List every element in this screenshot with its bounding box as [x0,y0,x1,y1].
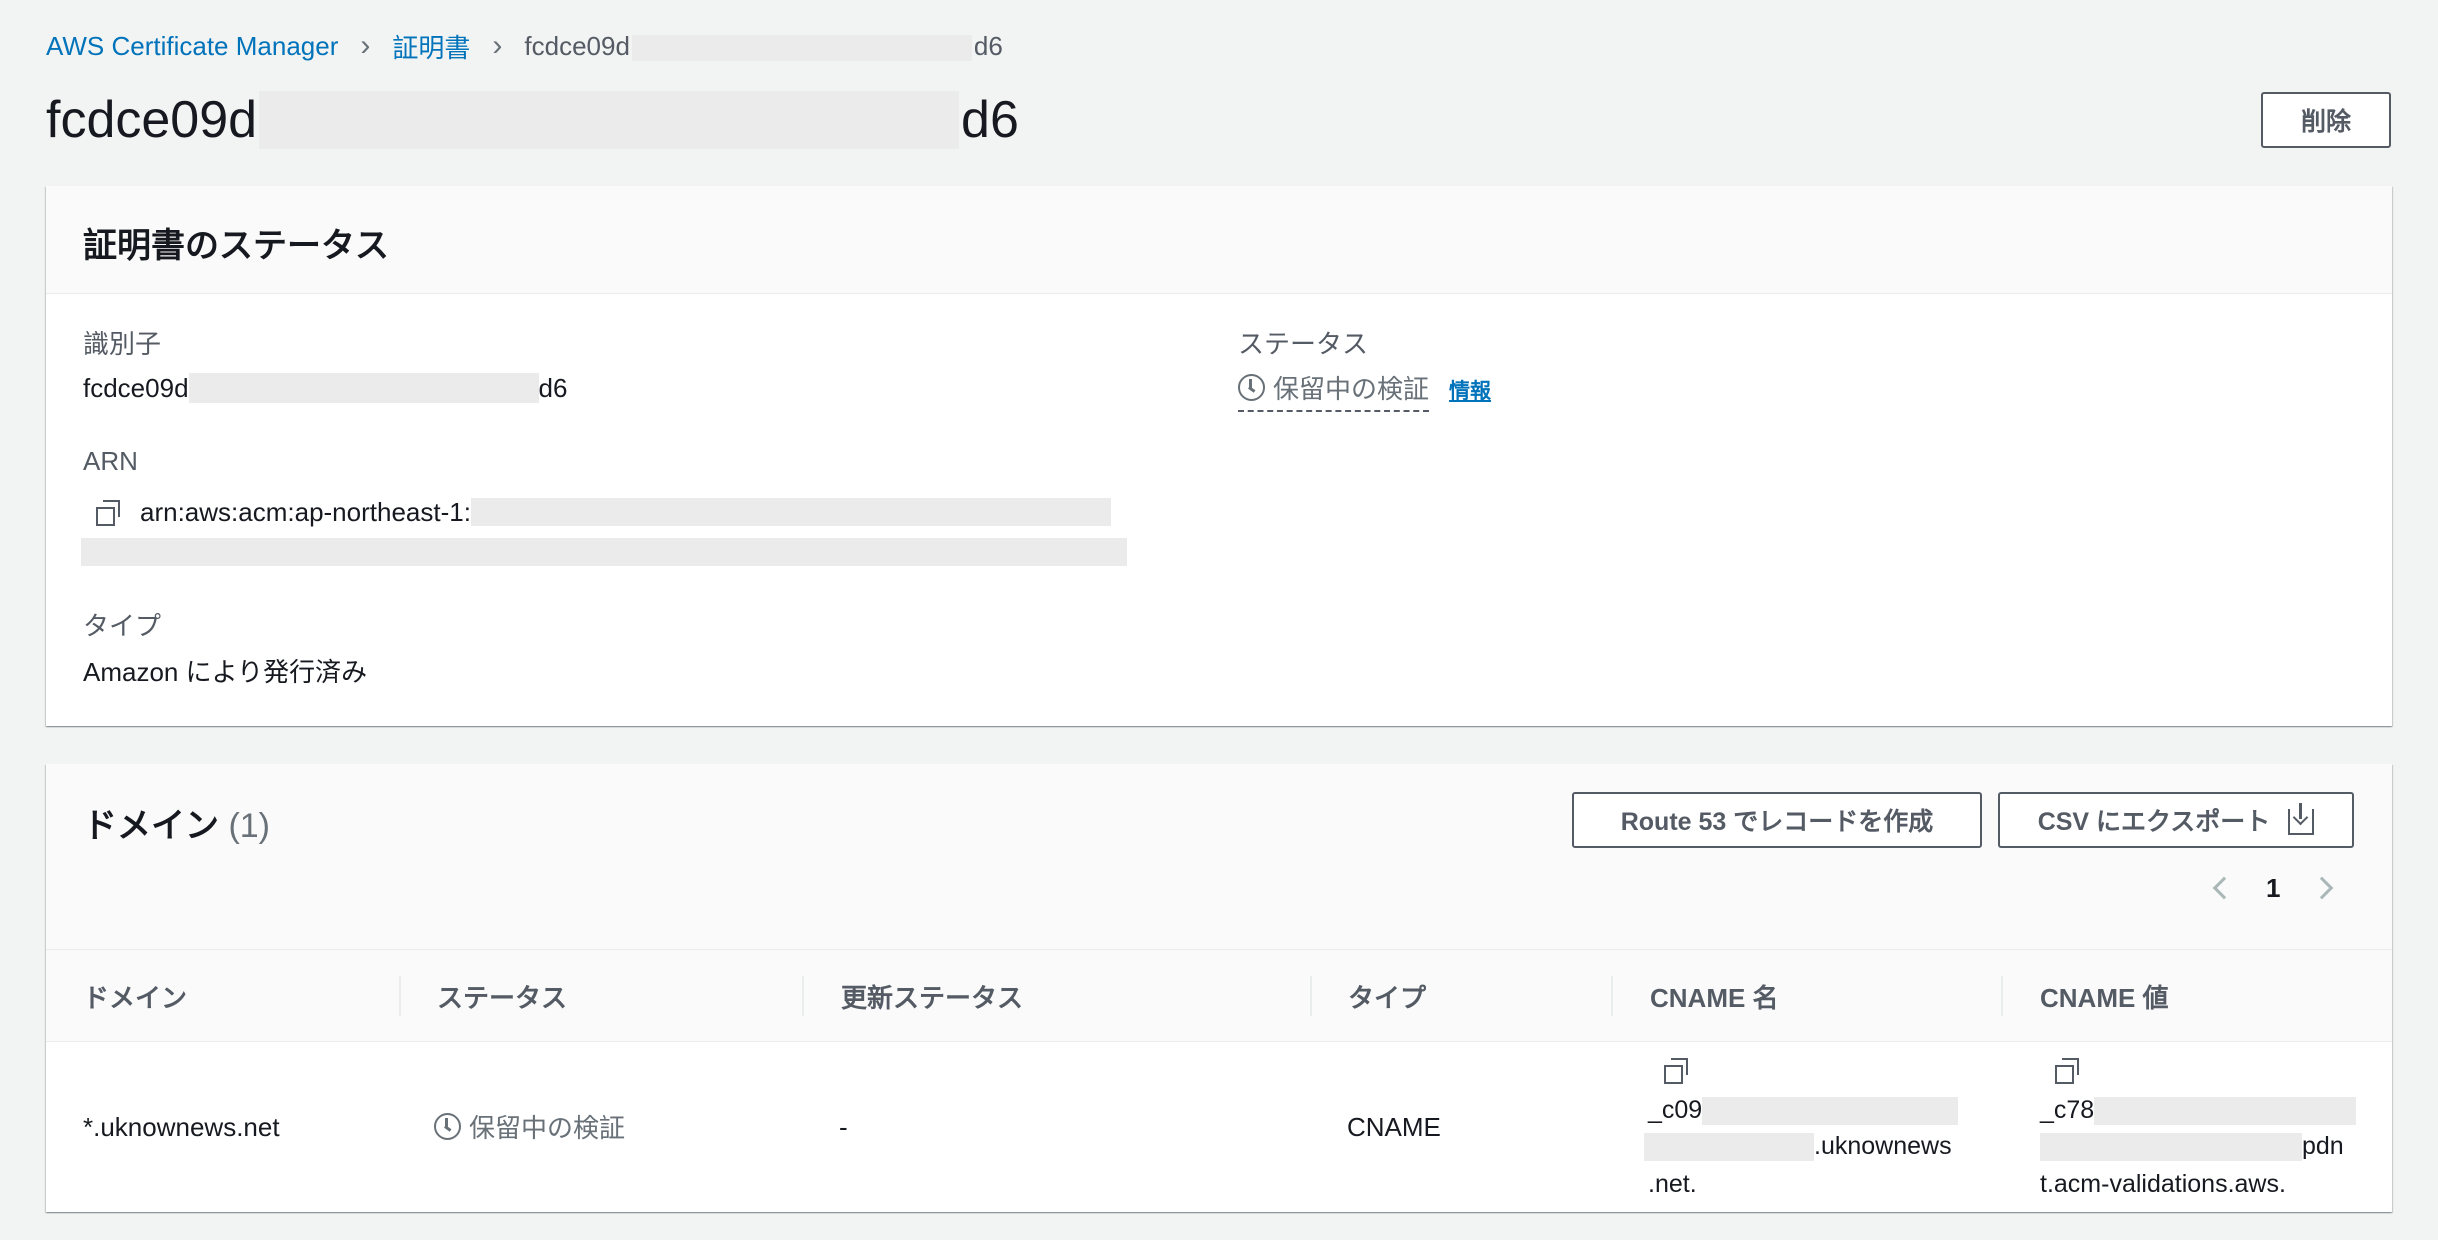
page-title: fcdce09d d6 [46,88,1019,152]
chevron-left-icon[interactable] [2212,876,2236,900]
page-title-prefix: fcdce09d [46,91,258,149]
type-cell: CNAME [1347,1112,1441,1142]
column-divider[interactable] [2001,976,2003,1016]
column-divider[interactable] [1310,976,1312,1016]
status-text: 保留中の検証 [1273,373,1430,404]
column-divider[interactable] [802,976,804,1016]
redaction-block [259,91,960,149]
cname-name-middle: .uknownews [1814,1132,1952,1160]
cname-value-start: _c78 [2040,1096,2095,1124]
breadcrumb-current: fcdce09d d6 [524,30,1003,62]
export-csv-button[interactable]: CSV にエクスポート [1998,792,2354,848]
type-label: タイプ [83,611,162,641]
type-value: Amazon により発行済み [83,656,368,687]
redaction-block [81,538,1127,566]
domain-cell: *.uknownews.net [83,1112,280,1142]
page-number[interactable]: 1 [2266,873,2280,904]
certificate-status-panel: 証明書のステータス 識別子 fcdce09d d6 ARN arn:aws:acm… [46,186,2392,726]
redaction-block [1702,1096,1959,1125]
domains-count: (1) [228,807,271,845]
column-divider[interactable] [1611,976,1613,1016]
column-header-status[interactable]: ステータス [437,950,567,1042]
identifier-suffix: d6 [538,372,568,403]
cname-value-end: t.acm-validations.aws. [2040,1170,2286,1198]
clock-icon [434,1113,461,1140]
chevron-right-icon[interactable] [2311,876,2334,900]
status-value: 保留中の検証 情報 [1238,369,1491,412]
column-header-renewal-status[interactable]: 更新ステータス [841,950,1023,1042]
chevron-right-icon: › [492,29,503,62]
cname-value-line: _c78 [2040,1096,2357,1125]
cname-name-start: _c09 [1648,1096,1703,1124]
copy-icon[interactable] [96,500,120,526]
column-header-cname-value[interactable]: CNAME 値 [2040,950,2169,1042]
column-divider[interactable] [399,976,401,1016]
status-popover-trigger[interactable]: 保留中の検証 [1238,369,1430,412]
breadcrumb: AWS Certificate Manager › 証明書 › fcdce09d… [46,28,1003,64]
column-header-type[interactable]: タイプ [1348,950,1426,1042]
table-header: ドメイン ステータス 更新ステータス タイプ CNAME 名 CNAME 値 [46,950,2392,1042]
redaction-block [631,34,972,61]
redaction-block [188,373,539,403]
column-header-cname-name[interactable]: CNAME 名 [1650,950,1779,1042]
arn-label: ARN [83,446,138,476]
panel-header: ドメイン (1) Route 53 でレコードを作成 CSV にエクスポート 1 [46,764,2392,950]
breadcrumb-current-suffix: d6 [973,30,1003,61]
cname-name-end: .net. [1648,1170,1697,1198]
identifier-label: 識別子 [83,329,162,359]
copy-icon[interactable] [1664,1058,1688,1084]
redaction-block [470,498,1111,526]
pagination: 1 [2212,868,2334,908]
panel-header: 証明書のステータス [46,186,2392,294]
status-cell: 保留中の検証 [434,1108,625,1145]
renewal-status-cell: - [839,1112,848,1142]
domains-panel: ドメイン (1) Route 53 でレコードを作成 CSV にエクスポート 1… [46,764,2392,1212]
cname-value-middle: pdn [2302,1132,2344,1160]
cname-name-line: _c09 [1648,1096,1959,1125]
download-icon [2288,803,2315,835]
page-title-suffix: d6 [961,91,1019,149]
identifier-prefix: fcdce09d [83,372,189,403]
breadcrumb-root-link[interactable]: AWS Certificate Manager [46,31,338,62]
export-csv-label: CSV にエクスポート [2037,808,2271,836]
arn-text: arn:aws:acm:ap-northeast-1: [140,496,471,527]
copy-icon[interactable] [2055,1058,2079,1084]
arn-value: arn:aws:acm:ap-northeast-1: [96,496,1111,528]
redaction-block [2040,1132,2302,1161]
info-link[interactable]: 情報 [1449,375,1491,405]
redaction-block [2094,1096,2357,1125]
cname-name-line: .uknownews [1644,1132,1952,1161]
delete-button[interactable]: 削除 [2261,92,2391,148]
clock-icon [1238,373,1265,401]
breadcrumb-certificates-link[interactable]: 証明書 [392,28,470,65]
breadcrumb-current-prefix: fcdce09d [524,30,630,61]
panel-title: ドメイン (1) [83,798,270,847]
panel-title: 証明書のステータス [83,227,389,265]
status-text: 保留中の検証 [469,1113,626,1143]
column-header-domain[interactable]: ドメイン [83,950,187,1042]
redaction-block [1644,1132,1814,1161]
create-route53-records-button[interactable]: Route 53 でレコードを作成 [1572,792,1982,848]
domains-title: ドメイン [83,807,219,845]
status-label: ステータス [1238,329,1369,359]
chevron-right-icon: › [360,29,371,62]
cname-value-line: pdn [2040,1132,2344,1161]
identifier-value: fcdce09d d6 [83,372,567,404]
